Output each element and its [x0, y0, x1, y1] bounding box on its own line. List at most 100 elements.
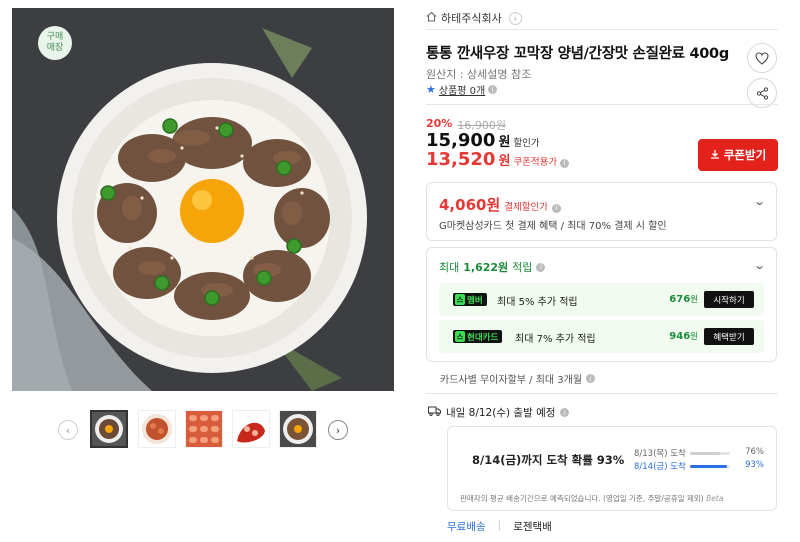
points-row-amount-unit: 원 [690, 332, 698, 342]
arrival-probability: 8/14(금)까지 도착 확률 93% [472, 453, 625, 467]
arrival-bar-row: 8/14(금) 도착 93% [634, 460, 764, 472]
info-icon: i [551, 203, 561, 213]
carrier-name: 로젠택배 [513, 521, 552, 533]
thumb-shrimp-plate-image [139, 411, 175, 447]
points-amount: 1,622원 [463, 261, 509, 274]
chevron-right-icon: › [335, 423, 341, 437]
chevron-down-icon[interactable]: ⌄ [753, 259, 766, 272]
seller-name: 하테주식회사 [441, 12, 502, 25]
product-main-image[interactable]: 구매 매장 [12, 8, 394, 391]
divider [426, 393, 778, 394]
review-count: 상품평 0개 [438, 86, 486, 97]
separator: | [497, 519, 502, 531]
heart-icon [755, 51, 769, 65]
download-icon [710, 148, 720, 162]
thumbnail-1[interactable] [90, 410, 128, 448]
points-row-amount-unit: 원 [690, 295, 698, 305]
points-row-membership: 멤버 최대 5% 추가 적립 676원 시작하기 [439, 283, 764, 316]
home-icon [426, 11, 437, 25]
info-icon[interactable]: i [586, 374, 596, 383]
info-icon[interactable]: i [560, 408, 570, 417]
origin-info: 원산지 : 상세설명 참조 [426, 68, 532, 81]
thumbnail-next-button[interactable]: › [328, 420, 348, 440]
points-panel: 최대 1,622원 적립 i ⌄ 멤버 최대 5% 추가 적립 676원 시작하… [426, 247, 777, 362]
thumb-shrimp-rows-image [186, 411, 222, 447]
points-prefix: 최대 [439, 261, 460, 274]
info-icon: i [536, 262, 546, 272]
arrival-bar-pct: 93% [745, 460, 764, 470]
points-row-amount-value: 946 [669, 331, 691, 342]
arrival-bar-date: 8/13(목) 도착 [634, 449, 686, 459]
seller-link[interactable]: 하테주식회사 › [426, 10, 522, 26]
points-suffix: 적립 [512, 261, 533, 274]
shipping-headline: 내일 8/12(수) 출발 예정 i [428, 405, 570, 420]
arrival-bar-date: 8/14(금) 도착 [634, 462, 686, 472]
thumb-bowl-egg-image [280, 411, 316, 447]
get-benefit-button[interactable]: 혜택받기 [704, 328, 754, 345]
points-header: 최대 1,622원 적립 i [439, 259, 546, 275]
thumbnail-2[interactable] [138, 410, 176, 448]
product-title: 통통 깐새우장 꼬막장 양념/간장맛 손질완료 400g [426, 46, 729, 62]
thumbnail-5[interactable] [279, 410, 317, 448]
free-shipping-link[interactable]: 무료배송 [447, 519, 486, 534]
membership-badge: 멤버 [453, 293, 487, 306]
payment-price-tag: 결제할인가 [504, 202, 548, 213]
points-row-amount: 946원 [669, 330, 698, 342]
coupon-price: 13,520 [426, 149, 496, 170]
chevron-left-icon: ‹ [65, 423, 71, 437]
coupon-price-row: 13,520 원 쿠폰적용가 i [426, 149, 570, 170]
thumb-spicy-shrimp-image [233, 411, 269, 447]
coupon-button-label: 쿠폰받기 [723, 148, 767, 162]
arrival-bar-fill [690, 452, 721, 455]
thumbnail-4[interactable] [232, 410, 270, 448]
payment-price: 4,060원 [439, 196, 501, 214]
wishlist-button[interactable] [747, 43, 777, 73]
points-row-text: 최대 7% 추가 적립 [515, 334, 596, 345]
points-row-hyundai-card: 현대카드 최대 7% 추가 적립 946원 혜택받기 [439, 320, 764, 353]
shipping-options: 무료배송 | 로젠택배 [447, 519, 552, 534]
info-icon: i [488, 85, 498, 94]
sale-price-row: 15,900 원 할인가 [426, 130, 540, 151]
chevron-down-icon: ⌄ [752, 195, 766, 208]
thumbnail-prev-button[interactable]: ‹ [58, 420, 78, 440]
start-membership-button[interactable]: 시작하기 [704, 291, 754, 308]
installment-info: 카드사별 무이자할부 / 최대 3개월 i [440, 371, 596, 386]
points-row-text: 최대 5% 추가 적립 [497, 297, 578, 308]
arrival-bar-row: 8/13(목) 도착 76% [634, 447, 764, 459]
thumb-bowl-top-image [92, 412, 126, 446]
shipping-date: 내일 8/12(수) 출발 예정 [446, 407, 556, 419]
payment-benefit-desc: G마켓삼성카드 첫 결제 혜택 / 최대 70% 결제 시 할인 [439, 221, 667, 232]
delivery-forecast-panel: 8/14(금)까지 도착 확률 93% 8/13(목) 도착 76% 8/14(… [447, 426, 777, 511]
points-row-amount-value: 676 [669, 294, 691, 305]
coupon-price-tag: 쿠폰적용가 [513, 157, 558, 168]
coupon-price-unit: 원 [498, 154, 511, 169]
purchase-store-badge: 구매 매장 [38, 26, 72, 60]
hyundai-card-badge: 현대카드 [453, 330, 503, 343]
review-link[interactable]: ★ 상품평 0개 i [426, 82, 498, 97]
sale-price-unit: 원 [498, 135, 511, 150]
arrival-bar-fill [690, 465, 728, 468]
star-icon: ★ [426, 83, 436, 96]
forecast-note-text: 판매자의 평균 배송기간으로 예측되었습니다. (영업일 기준, 주말/공휴일 … [460, 494, 704, 503]
divider [426, 104, 778, 105]
divider [426, 29, 778, 30]
arrival-bar-pct: 76% [745, 447, 764, 457]
info-icon[interactable]: i [560, 158, 570, 168]
truck-icon [428, 406, 441, 419]
chevron-right-icon: › [508, 11, 522, 25]
forecast-note: 판매자의 평균 배송기간으로 예측되었습니다. (영업일 기준, 주말/공휴일 … [460, 493, 723, 504]
thumbnail-strip: ‹ › [58, 410, 350, 450]
coupon-button[interactable]: 쿠폰받기 [698, 139, 778, 171]
thumbnail-3[interactable] [185, 410, 223, 448]
arrival-bar-track [690, 465, 730, 468]
sale-price: 15,900 [426, 130, 496, 151]
sale-price-tag: 할인가 [513, 138, 540, 149]
share-icon [756, 86, 768, 100]
beta-label: Beta [706, 494, 724, 503]
product-photo [12, 8, 394, 391]
badge-text: 구매 매장 [46, 32, 64, 53]
arrival-bar-track [690, 452, 730, 455]
installment-text: 카드사별 무이자할부 / 최대 3개월 [440, 375, 583, 386]
points-row-amount: 676원 [669, 293, 698, 305]
payment-benefit-panel[interactable]: 4,060원 결제할인가 i G마켓삼성카드 첫 결제 혜택 / 최대 70% … [426, 182, 777, 241]
